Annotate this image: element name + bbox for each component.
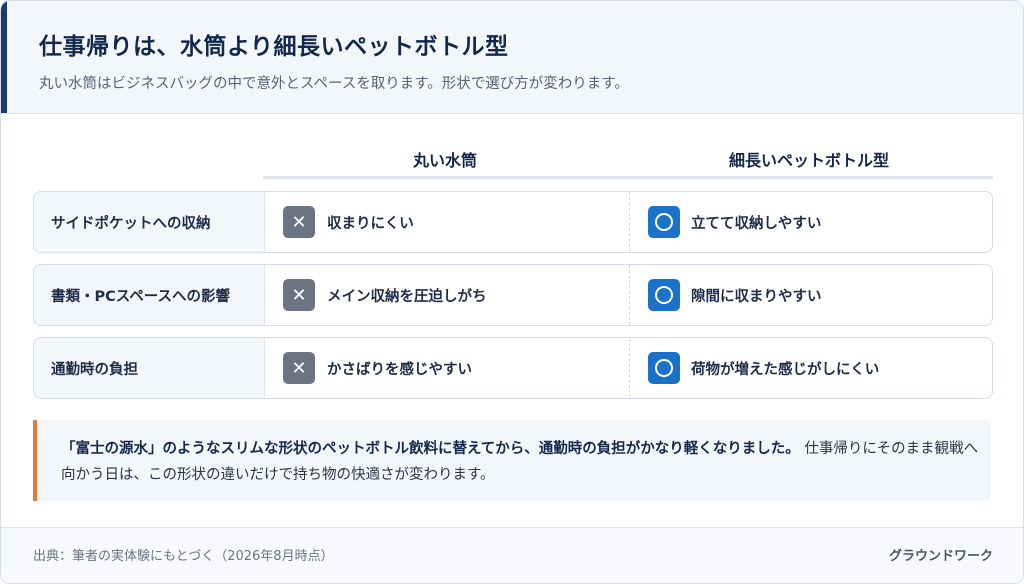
slim-bottle-value: 荷物が増えた感じがしにくい — [691, 362, 880, 378]
circle-icon — [648, 206, 680, 238]
row-label: 通勤時の負担 — [51, 362, 138, 378]
column-divider — [629, 192, 630, 252]
header: 仕事帰りは、水筒より細長いペットボトル型 丸い水筒はビジネスバッグの中で意外とス… — [1, 1, 1023, 114]
cross-icon: ✕ — [283, 352, 315, 384]
cross-icon: ✕ — [283, 279, 315, 311]
column-header-round-bottle: 丸い水筒 — [412, 151, 477, 170]
column-divider — [629, 338, 630, 398]
note-text: 「富士の源水」のようなスリムな形状のペットボトル飲料に替えてから、通勤時の負担が… — [61, 436, 981, 488]
round-bottle-value: メイン収納を圧迫しがち — [327, 289, 487, 305]
comparison-card: 仕事帰りは、水筒より細長いペットボトル型 丸い水筒はビジネスバッグの中で意外とス… — [0, 0, 1024, 584]
circle-icon — [648, 279, 680, 311]
note-accent-bar — [33, 420, 37, 501]
slim-bottle-value: 隙間に収まりやすい — [691, 289, 822, 305]
comparison-row: サイドポケットへの収納 ✕ 収まりにくい 立てて収納しやすい — [33, 191, 993, 253]
column-divider — [629, 265, 630, 325]
row-label: 書類・PCスペースへの影響 — [51, 289, 231, 305]
circle-icon — [648, 352, 680, 384]
row-label-cell: 通勤時の負担 — [34, 338, 265, 398]
header-accent-bar — [1, 1, 7, 113]
comparison-row: 通勤時の負担 ✕ かさばりを感じやすい 荷物が増えた感じがしにくい — [33, 337, 993, 399]
source-credit: 出典：筆者の実体験にもとづく（2026年8月時点） — [33, 549, 334, 564]
testimonial-note: 「富士の源水」のようなスリムな形状のペットボトル飲料に替えてから、通勤時の負担が… — [33, 420, 991, 501]
round-bottle-value: かさばりを感じやすい — [327, 362, 472, 378]
round-bottle-value: 収まりにくい — [327, 216, 414, 232]
brand-name: グラウンドワーク — [888, 549, 993, 564]
column-header-slim-bottle: 細長いペットボトル型 — [728, 151, 889, 170]
page-title: 仕事帰りは、水筒より細長いペットボトル型 — [39, 34, 509, 60]
comparison-row: 書類・PCスペースへの影響 ✕ メイン収納を圧迫しがち 隙間に収まりやすい — [33, 264, 993, 326]
slim-bottle-value: 立てて収納しやすい — [691, 216, 822, 232]
note-emphasis: 「富士の源水」のようなスリムな形状のペットボトル飲料に替えてから、通勤時の負担が… — [61, 441, 800, 457]
row-label-cell: 書類・PCスペースへの影響 — [34, 265, 265, 325]
page-subtitle: 丸い水筒はビジネスバッグの中で意外とスペースを取ります。形状で選び方が変わります… — [39, 76, 629, 92]
footer: 出典：筆者の実体験にもとづく（2026年8月時点） グラウンドワーク — [1, 528, 1023, 583]
row-label-cell: サイドポケットへの収納 — [34, 192, 265, 252]
row-label: サイドポケットへの収納 — [51, 216, 211, 232]
cross-icon: ✕ — [283, 206, 315, 238]
column-header-rule — [263, 176, 993, 179]
